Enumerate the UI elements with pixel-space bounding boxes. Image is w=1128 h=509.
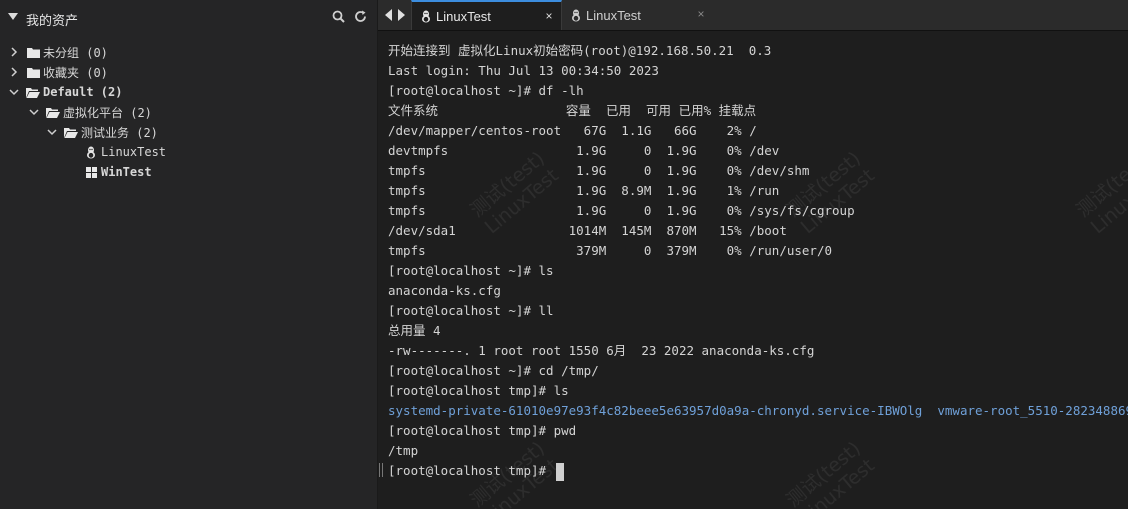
tree-item-virtualization-platform[interactable]: 虚拟化平台 (2)	[28, 102, 152, 122]
sidebar-header: 我的资产	[0, 0, 377, 34]
tree-item-linuxtest[interactable]: LinuxTest	[84, 142, 166, 162]
terminal-line: 总用量 4	[388, 323, 441, 338]
terminal-line: tmpfs 1.9G 0 1.9G 0% /dev/shm	[388, 163, 810, 178]
terminal-prompt: [root@localhost tmp]#	[388, 463, 554, 478]
terminal-line: tmpfs 1.9G 8.9M 1.9G 1% /run	[388, 183, 780, 198]
resize-grip[interactable]	[379, 463, 385, 477]
close-tab-icon[interactable]: ×	[543, 10, 555, 22]
terminal-prompt-line[interactable]: [root@localhost tmp]#	[388, 461, 1128, 481]
chevron-down-icon[interactable]	[46, 126, 58, 138]
tree-item-favorites[interactable]: 收藏夹 (0)	[8, 62, 108, 82]
tree-item-label: 未分组 (0)	[43, 45, 108, 60]
sidebar-title: 我的资产	[26, 14, 79, 29]
collapse-triangle-icon[interactable]	[6, 10, 20, 24]
refresh-icon[interactable]	[353, 9, 367, 23]
terminal-line: -rw-------. 1 root root 1550 6月 23 2022 …	[388, 343, 815, 358]
asset-sidebar: 我的资产 未分组 (0) 收藏夹 (0) Default (2) 虚拟化平台 (…	[0, 0, 378, 509]
terminal-line: [root@localhost ~]# cd /tmp/	[388, 363, 599, 378]
linux-icon	[420, 9, 432, 23]
folder-open-icon	[64, 125, 78, 139]
terminal-line: 开始连接到 虚拟化Linux初始密码(root)@192.168.50.21 0…	[388, 43, 772, 58]
tab-scroll-left-icon[interactable]	[384, 8, 394, 22]
folder-open-icon	[46, 105, 60, 119]
tree-item-wintest[interactable]: WinTest	[84, 162, 152, 182]
terminal-line: Last login: Thu Jul 13 00:34:50 2023	[388, 63, 659, 78]
tree-item-label: 测试业务 (2)	[81, 125, 158, 140]
tab-label: LinuxTest	[436, 8, 491, 24]
tree-item-ungrouped[interactable]: 未分组 (0)	[8, 42, 108, 62]
folder-icon	[26, 65, 40, 79]
terminal-line: devtmpfs 1.9G 0 1.9G 0% /dev	[388, 143, 780, 158]
terminal-line: /tmp	[388, 443, 419, 458]
chevron-right-icon[interactable]	[8, 46, 20, 58]
terminal-line: [root@localhost ~]# ll	[388, 303, 554, 318]
tab-linuxtest-active[interactable]: LinuxTest ×	[411, 0, 562, 30]
linux-icon	[570, 8, 582, 22]
terminal-line: [root@localhost tmp]# ls	[388, 383, 569, 398]
close-tab-icon[interactable]: ×	[695, 8, 707, 20]
windows-icon	[84, 165, 98, 179]
chevron-down-icon[interactable]	[8, 86, 20, 98]
terminal-line: /dev/sda1 1014M 145M 870M 15% /boot	[388, 223, 787, 238]
folder-open-icon	[26, 85, 40, 99]
terminal-line: tmpfs 379M 0 379M 0% /run/user/0	[388, 243, 833, 258]
tree-item-default[interactable]: Default (2)	[8, 82, 122, 102]
text-cursor	[555, 462, 564, 481]
linux-icon	[84, 145, 98, 159]
terminal-line: tmpfs 1.9G 0 1.9G 0% /sys/fs/cgroup	[388, 203, 855, 218]
terminal-line: [root@localhost ~]# ls	[388, 263, 554, 278]
tab-linuxtest[interactable]: LinuxTest ×	[562, 0, 713, 30]
terminal-line: anaconda-ks.cfg	[388, 283, 501, 298]
terminal-line: [root@localhost ~]# df -lh	[388, 83, 584, 98]
tree-item-label: Default (2)	[43, 85, 123, 99]
tab-scroll-right-icon[interactable]	[396, 8, 406, 22]
tree-item-label: WinTest	[101, 165, 152, 179]
tab-bar: LinuxTest × LinuxTest ×	[378, 0, 1128, 31]
tree-item-label: 收藏夹 (0)	[43, 65, 108, 80]
tab-label: LinuxTest	[586, 7, 641, 23]
terminal-line: /dev/mapper/centos-root 67G 1.1G 66G 2% …	[388, 123, 757, 138]
chevron-down-icon[interactable]	[28, 106, 40, 118]
terminal-line: 文件系统 容量 已用 可用 已用% 挂载点	[388, 103, 757, 118]
tree-item-test-business[interactable]: 测试业务 (2)	[46, 122, 158, 142]
tree-item-label: LinuxTest	[101, 145, 167, 159]
chevron-right-icon[interactable]	[8, 66, 20, 78]
folder-icon	[26, 45, 40, 59]
terminal-view[interactable]: 测试(test) LinuxTest 测试(test) LinuxTest 测试(t…	[378, 31, 1128, 509]
tree-item-label: 虚拟化平台 (2)	[63, 105, 152, 120]
terminal-line-listing: systemd-private-61010e97e93f4c82beee5e63…	[388, 403, 1128, 418]
terminal-output: 开始连接到 虚拟化Linux初始密码(root)@192.168.50.21 0…	[388, 41, 1128, 481]
search-icon[interactable]	[331, 9, 345, 23]
terminal-line: [root@localhost tmp]# pwd	[388, 423, 577, 438]
